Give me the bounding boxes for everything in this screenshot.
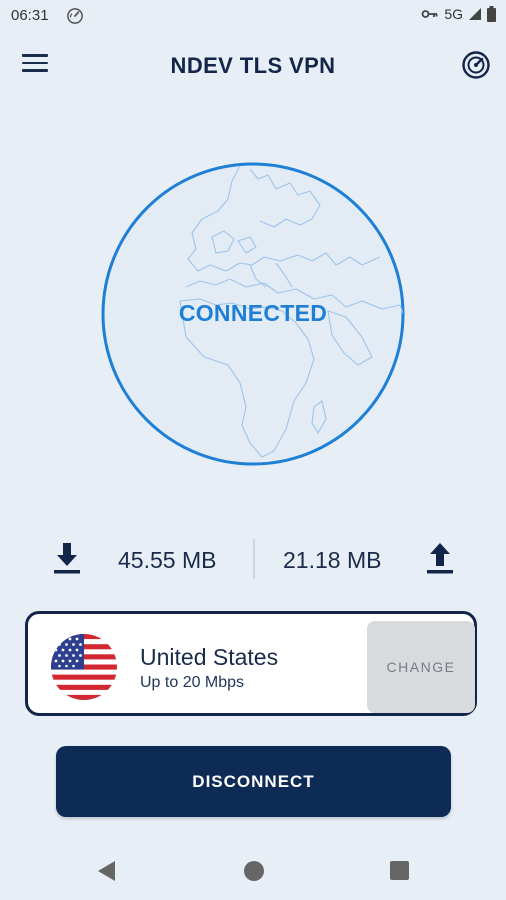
connection-status: CONNECTED (178, 300, 328, 326)
nav-home-icon[interactable] (244, 861, 264, 881)
status-icons: 5G (421, 6, 496, 22)
signal-icon (469, 8, 481, 20)
nav-recents-icon[interactable] (390, 861, 409, 880)
nav-back-icon[interactable] (97, 860, 117, 882)
server-country: United States (140, 644, 279, 670)
network-type: 5G (444, 6, 463, 22)
upload-amount: 21.18 MB (283, 547, 382, 573)
upload-icon (427, 543, 453, 574)
download-amount: 45.55 MB (118, 547, 217, 573)
speedometer-icon[interactable] (461, 50, 491, 80)
traffic-stats: 45.55 MB 21.18 MB (0, 535, 506, 585)
download-icon (54, 543, 80, 574)
status-time: 06:31 (11, 7, 49, 24)
disconnect-button[interactable]: DISCONNECT (56, 746, 451, 817)
server-speed: Up to 20 Mbps (140, 674, 245, 691)
battery-icon (487, 6, 496, 22)
status-bar: 06:31 5G (0, 0, 506, 32)
us-flag-icon (51, 634, 117, 700)
data-saver-icon (67, 8, 83, 24)
vpn-key-icon (421, 10, 438, 18)
server-card[interactable]: United States Up to 20 Mbps CHANGE (25, 611, 477, 716)
app-title: NDEV TLS VPN (170, 53, 336, 78)
change-server-button[interactable]: CHANGE (367, 621, 475, 713)
traffic-divider (253, 539, 255, 579)
